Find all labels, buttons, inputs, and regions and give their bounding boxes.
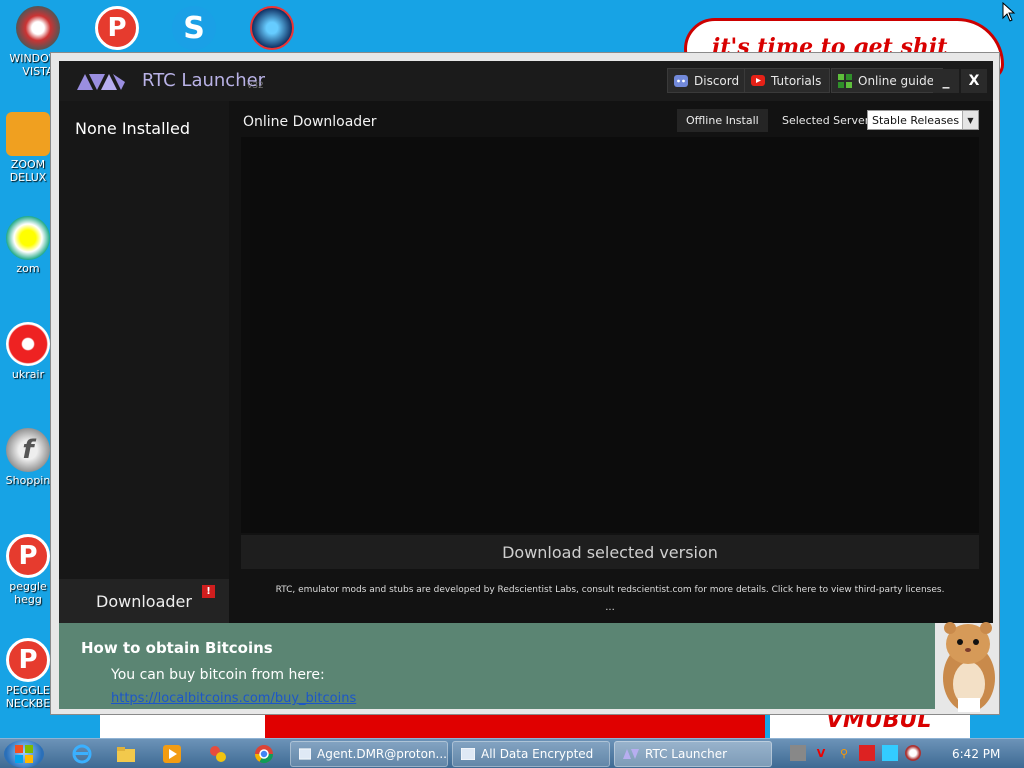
taskbar-clock[interactable]: 6:42 PM <box>952 747 1000 761</box>
page-title: Online Downloader <box>243 114 377 130</box>
taskbar: Agent.DMR@proton... All Data Encrypted R… <box>0 738 1024 768</box>
youtube-icon <box>751 75 765 86</box>
mouse-cursor-icon <box>1002 2 1016 22</box>
desktop-icon-shopping[interactable]: f Shoppin <box>0 428 56 487</box>
start-button[interactable] <box>4 740 44 768</box>
flower-icon <box>6 216 50 260</box>
installed-status: None Installed <box>75 119 190 138</box>
peggle-icon: P <box>95 6 139 50</box>
rtc-logo-icon <box>623 749 639 759</box>
discord-icon <box>674 74 688 87</box>
credits-more: ... <box>605 602 615 613</box>
desktop-icon-peggle-hegg[interactable]: P peggle hegg <box>0 534 56 606</box>
app-launcher-icon[interactable] <box>206 743 230 765</box>
flash-icon: f <box>6 428 50 472</box>
internet-explorer-icon[interactable] <box>70 743 94 765</box>
skype-icon: S <box>172 6 216 50</box>
desktop-icon-peggle[interactable]: P <box>81 6 153 52</box>
system-tray: V ⚲ <box>790 745 921 761</box>
peggle-icon: P <box>6 534 50 578</box>
zoom-deluxe-icon <box>6 112 50 156</box>
tray-network-icon[interactable] <box>882 745 898 761</box>
desktop-icon-zoom-deluxe[interactable]: ZOOM DELUX <box>0 112 56 184</box>
server-label: Selected Server: <box>782 114 873 127</box>
tray-v-icon[interactable]: V <box>813 745 829 761</box>
discord-button[interactable]: Discord <box>667 68 749 93</box>
download-selected-version-button[interactable]: Download selected version <box>241 535 979 569</box>
taskbar-item-email[interactable]: Agent.DMR@proton... <box>290 741 448 767</box>
radiation-icon <box>6 322 50 366</box>
rtc-launcher-window: RTC Launcher v32 Discord Tutorials Onlin… <box>50 52 1000 715</box>
online-guide-button[interactable]: Online guide <box>831 68 944 93</box>
tray-volume-icon[interactable] <box>905 745 921 761</box>
chevron-down-icon[interactable]: ▼ <box>962 111 978 129</box>
server-select-value: Stable Releases <box>872 113 960 127</box>
desktop-icon-ukrain[interactable]: ukrair <box>0 322 56 381</box>
desktop-icon-globe[interactable] <box>236 6 308 52</box>
windows-logo-icon <box>15 745 33 763</box>
bitcoin-panel-text: You can buy bitcoin from here: <box>111 667 325 683</box>
version-list[interactable] <box>241 137 979 533</box>
file-explorer-icon[interactable] <box>114 743 138 765</box>
hamster-sticker <box>943 622 995 712</box>
bitcoin-link[interactable]: https://localbitcoins.com/buy_bitcoins <box>111 691 356 706</box>
globe-icon <box>250 6 294 50</box>
server-select[interactable]: Stable Releases ▼ <box>867 110 979 130</box>
windows-vista-icon <box>16 6 60 50</box>
tray-search-icon[interactable]: ⚲ <box>836 745 852 761</box>
tray-flag-icon[interactable] <box>859 745 875 761</box>
peggle-icon: P <box>6 638 50 682</box>
close-button[interactable]: X <box>961 69 987 93</box>
desktop-icon-skype[interactable]: S <box>158 6 230 52</box>
rtc-logo-icon <box>77 74 125 90</box>
bitcoin-panel: How to obtain Bitcoins You can buy bitco… <box>59 623 935 709</box>
taskbar-item-all-data-encrypted[interactable]: All Data Encrypted <box>452 741 610 767</box>
taskbar-item-rtc-launcher[interactable]: RTC Launcher <box>614 741 772 767</box>
window-icon <box>461 748 475 760</box>
desktop-icon-peggle-neckbeard[interactable]: P PEGGLE NECKBE <box>0 638 56 710</box>
tutorials-button[interactable]: Tutorials <box>744 68 831 93</box>
app-version: v32 <box>247 81 264 91</box>
downloader-tab-label: Downloader <box>96 591 192 611</box>
alert-icon: ! <box>202 585 215 598</box>
bitcoin-panel-title: How to obtain Bitcoins <box>81 639 273 657</box>
offline-install-button[interactable]: Offline Install <box>677 109 768 132</box>
media-player-icon[interactable] <box>160 743 184 765</box>
guide-icon <box>838 73 852 88</box>
tray-app-icon[interactable] <box>790 745 806 761</box>
sidebar: None Installed Downloader ! <box>59 101 229 623</box>
desktop-icon-zom[interactable]: zom <box>0 216 56 275</box>
credits-text[interactable]: RTC, emulator mods and stubs are develop… <box>241 585 979 595</box>
chrome-icon[interactable] <box>252 743 276 765</box>
window-icon <box>299 748 311 760</box>
minimize-button[interactable]: _ <box>933 69 959 93</box>
launcher-app: RTC Launcher v32 Discord Tutorials Onlin… <box>59 61 993 623</box>
title-bar[interactable]: RTC Launcher v32 Discord Tutorials Onlin… <box>59 61 993 101</box>
downloader-tab[interactable]: Downloader ! <box>59 579 229 623</box>
